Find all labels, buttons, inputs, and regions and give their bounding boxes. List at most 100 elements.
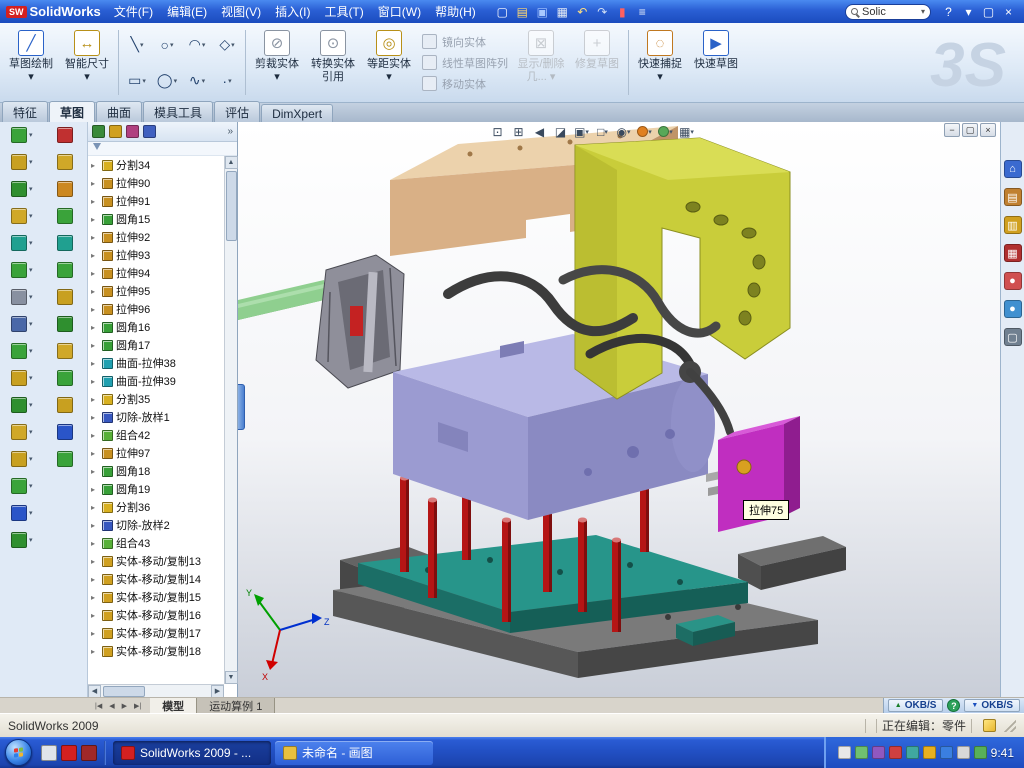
tree-item[interactable]: ▸分割36: [88, 498, 224, 516]
tree-item[interactable]: ▸实体-移动/复制13: [88, 552, 224, 570]
polygon-tool-icon[interactable]: ◇▾: [213, 30, 241, 60]
flyout-arrow-icon[interactable]: ▾: [228, 77, 232, 85]
panel-splitter-handle[interactable]: [238, 384, 245, 430]
trim-entities-button[interactable]: ⊘剪裁实体 ▾: [250, 26, 304, 99]
expand-arrow-icon[interactable]: ▸: [91, 485, 99, 494]
menu-item-5[interactable]: 工具(T): [317, 0, 370, 23]
flyout-arrow-icon[interactable]: ▾: [604, 128, 608, 136]
quick-launch-solidworks-icon[interactable]: [61, 745, 77, 761]
flyout-arrow-icon[interactable]: ▾: [669, 128, 673, 136]
open-icon[interactable]: ▤: [513, 2, 532, 21]
model-tab-模型[interactable]: 模型: [150, 698, 197, 713]
left-toolbar-button-b5[interactable]: [57, 235, 73, 251]
flyout-arrow-icon[interactable]: ▾: [29, 158, 33, 166]
left-toolbar-button-9[interactable]: ▾: [11, 343, 33, 359]
flyout-arrow-icon[interactable]: ▾: [29, 374, 33, 382]
graphics-viewport[interactable]: Y Z X ⊡⊞◀◪▣▾□▾◉▾▾▾▦▾ −▢× 拉伸75: [238, 122, 1000, 697]
scroll-left-button[interactable]: ◀: [88, 685, 101, 698]
close-toolbar-icon[interactable]: ×: [999, 2, 1018, 21]
tree-vertical-scrollbar[interactable]: ▲ ▼: [224, 156, 237, 684]
display-style-icon[interactable]: □▾: [593, 123, 612, 140]
menu-item-3[interactable]: 视图(V): [214, 0, 268, 23]
flyout-arrow-icon[interactable]: ▾: [627, 128, 631, 136]
tree-item[interactable]: ▸圆角18: [88, 462, 224, 480]
flyout-arrow-icon[interactable]: ▾: [29, 347, 33, 355]
tree-item[interactable]: ▸实体-移动/复制16: [88, 606, 224, 624]
search-dropdown-icon[interactable]: ▾: [921, 7, 925, 16]
tree-item[interactable]: ▸拉伸92: [88, 228, 224, 246]
expand-arrow-icon[interactable]: ▸: [91, 305, 99, 314]
last-tab-button[interactable]: ▶|: [131, 702, 144, 710]
left-toolbar-button-5[interactable]: ▾: [11, 235, 33, 251]
toolbar-options-icon[interactable]: ▾: [959, 2, 978, 21]
expand-window-icon[interactable]: ▢: [979, 2, 998, 21]
left-toolbar-button-1[interactable]: ▾: [11, 127, 33, 143]
flyout-arrow-icon[interactable]: ▾: [142, 77, 146, 85]
expand-arrow-icon[interactable]: ▸: [91, 449, 99, 458]
command-tab-草图[interactable]: 草图: [49, 101, 95, 122]
flyout-arrow-icon[interactable]: ▾: [29, 509, 33, 517]
left-toolbar-button-3[interactable]: ▾: [11, 181, 33, 197]
tree-item[interactable]: ▸圆角19: [88, 480, 224, 498]
point-tool-icon[interactable]: ·▾: [213, 66, 241, 96]
previous-tab-button[interactable]: ◀: [106, 702, 117, 710]
left-toolbar-button-b8[interactable]: [57, 316, 73, 332]
previous-view-icon[interactable]: ◀: [530, 123, 549, 140]
menu-item-6[interactable]: 窗口(W): [371, 0, 428, 23]
expand-arrow-icon[interactable]: ▸: [91, 179, 99, 188]
search-box[interactable]: Solic ▾: [845, 4, 931, 20]
flyout-arrow-icon[interactable]: ▾: [29, 293, 33, 301]
tree-item[interactable]: ▸实体-移动/复制18: [88, 642, 224, 660]
vertical-scroll-thumb[interactable]: [226, 171, 237, 241]
rapid-sketch-button[interactable]: ▶快速草图: [689, 26, 743, 99]
line-tool-icon[interactable]: ╲▾: [123, 30, 151, 60]
section-view-icon[interactable]: ◪: [551, 123, 570, 140]
left-toolbar-button-13[interactable]: ▾: [11, 451, 33, 467]
expand-arrow-icon[interactable]: ▸: [91, 287, 99, 296]
custom-properties-icon[interactable]: ▢: [1004, 328, 1022, 346]
print-icon[interactable]: ▦: [553, 2, 572, 21]
left-toolbar-button-12[interactable]: ▾: [11, 424, 33, 440]
left-toolbar-button-4[interactable]: ▾: [11, 208, 33, 224]
expand-arrow-icon[interactable]: ▸: [91, 593, 99, 602]
command-tab-评估[interactable]: 评估: [214, 101, 260, 122]
taskbar-task-solidworks[interactable]: SolidWorks 2009 - ...: [113, 741, 271, 765]
mirror-entities-button[interactable]: 镜向实体: [422, 34, 508, 50]
tree-item[interactable]: ▸曲面-拉伸38: [88, 354, 224, 372]
tree-item[interactable]: ▸分割35: [88, 390, 224, 408]
tray-icon-3[interactable]: [940, 746, 953, 759]
left-toolbar-button-b11[interactable]: [57, 397, 73, 413]
expand-arrow-icon[interactable]: ▸: [91, 395, 99, 404]
zoom-area-icon[interactable]: ⊞: [509, 123, 528, 140]
tray-icon-9[interactable]: [838, 746, 851, 759]
help-icon[interactable]: ?: [939, 2, 958, 21]
quick-launch-icon-1[interactable]: [41, 745, 57, 761]
close-button[interactable]: ×: [980, 123, 996, 137]
flyout-arrow-icon[interactable]: ▾: [690, 128, 694, 136]
expand-arrow-icon[interactable]: ▸: [91, 539, 99, 548]
zoom-fit-icon[interactable]: ⊡: [488, 123, 507, 140]
scroll-up-button[interactable]: ▲: [225, 156, 238, 169]
flyout-arrow-icon[interactable]: ▾: [202, 41, 206, 49]
first-tab-button[interactable]: |◀: [92, 702, 105, 710]
arc-tool-icon[interactable]: ◠▾: [183, 30, 211, 60]
tray-icon-5[interactable]: [906, 746, 919, 759]
repair-sketch-button[interactable]: +修复草图: [570, 26, 624, 99]
manager-tabs-chevron-icon[interactable]: »: [227, 126, 233, 137]
minimize-button[interactable]: −: [944, 123, 960, 137]
tree-item[interactable]: ▸曲面-拉伸39: [88, 372, 224, 390]
left-toolbar-button-b7[interactable]: [57, 289, 73, 305]
expand-arrow-icon[interactable]: ▸: [91, 161, 99, 170]
scroll-right-button[interactable]: ▶: [211, 685, 224, 698]
flyout-arrow-icon[interactable]: ▾: [29, 266, 33, 274]
expand-arrow-icon[interactable]: ▸: [91, 629, 99, 638]
options-icon[interactable]: ≡: [633, 2, 652, 21]
tree-item[interactable]: ▸圆角15: [88, 210, 224, 228]
expand-arrow-icon[interactable]: ▸: [91, 269, 99, 278]
quick-snaps-button[interactable]: ◌快速捕捉 ▾: [633, 26, 687, 99]
left-toolbar-button-11[interactable]: ▾: [11, 397, 33, 413]
left-toolbar-button-b12[interactable]: [57, 424, 73, 440]
tray-icon-4[interactable]: [923, 746, 936, 759]
tree-item[interactable]: ▸切除-放样1: [88, 408, 224, 426]
model-part-clamp-assembly[interactable]: [238, 255, 404, 388]
